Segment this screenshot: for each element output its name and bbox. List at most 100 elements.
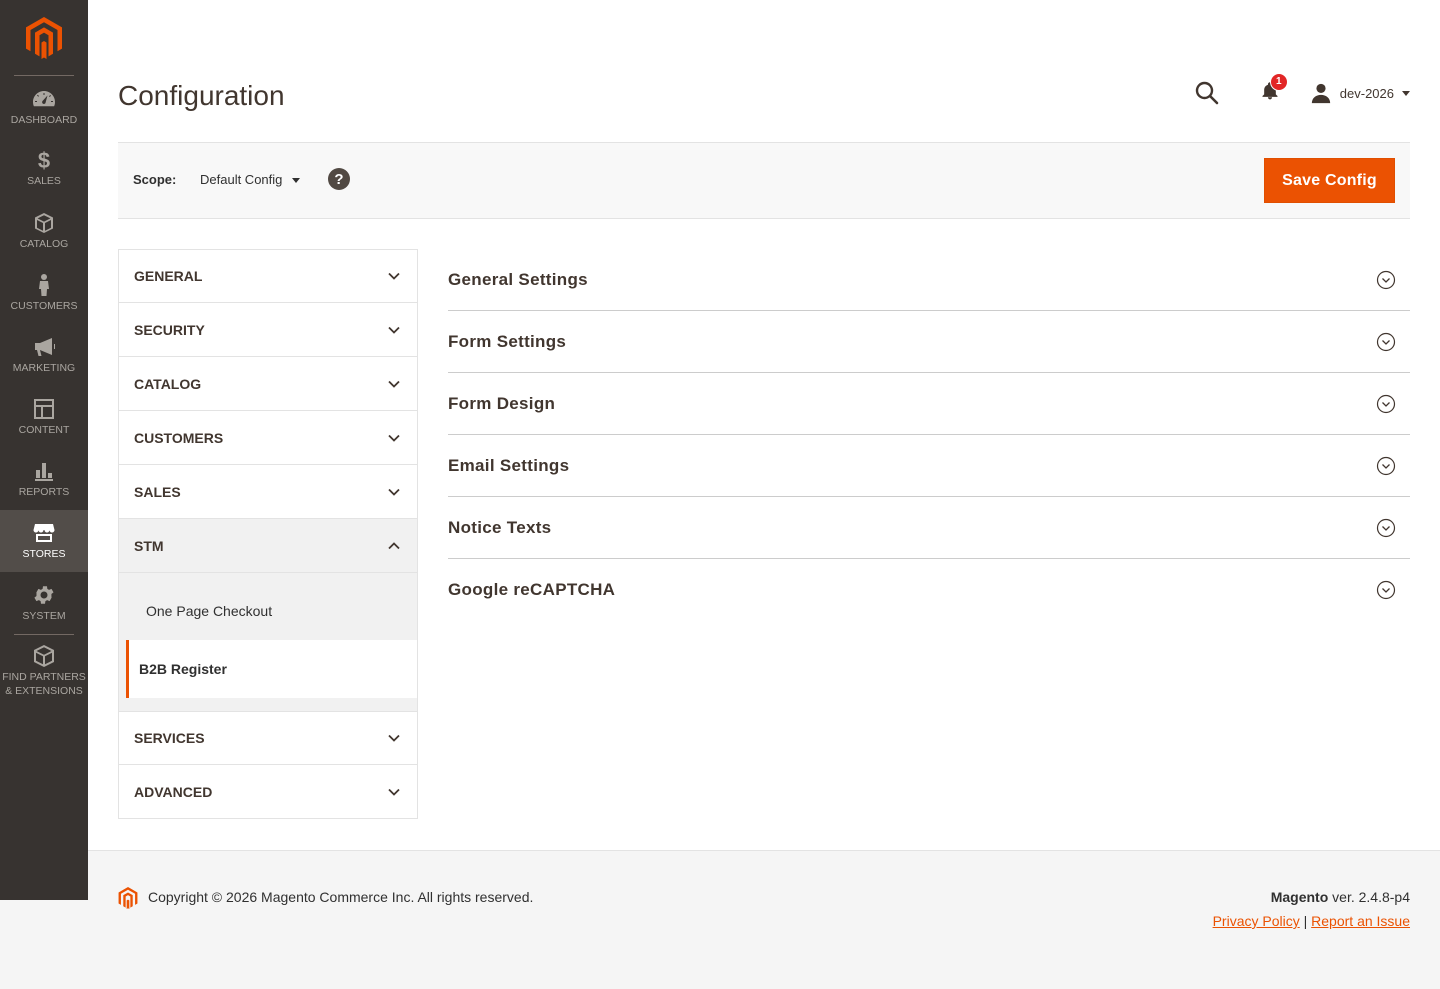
section-form-design[interactable]: Form Design [448,373,1410,435]
nav-reports[interactable]: Reports [0,448,88,510]
scope-switcher[interactable]: Default Config [200,172,301,187]
scope-bar: Scope: Default Config ? Save Config [118,143,1410,219]
nav-stores-label: Stores [22,547,66,560]
chevron-up-icon [388,541,400,549]
copyright-text: Copyright © 2026 Magento Commerce Inc. A… [148,889,534,905]
user-menu[interactable]: dev-2026 [1310,82,1410,104]
nav-dashboard[interactable]: Dashboard [0,76,88,138]
nav-dashboard-label: Dashboard [10,113,78,126]
section-google-recaptcha[interactable]: Google reCAPTCHA [448,559,1410,621]
config-tabs: GENERAL SECURITY CATALOG CUSTOMERS SALES… [118,249,418,819]
store-icon [33,523,55,542]
nav-find-partners-label-line2: & Extensions [5,685,83,697]
tab-customers[interactable]: CUSTOMERS [118,411,418,465]
tab-label: CUSTOMERS [134,429,224,446]
dashboard-icon [33,90,55,106]
section-email-settings[interactable]: Email Settings [448,435,1410,497]
section-title: Form Settings [448,331,567,351]
tab-item-label: B2B Register [139,661,227,677]
nav-customers[interactable]: Customers [0,262,88,324]
section-title: Email Settings [448,455,570,475]
nav-catalog[interactable]: Catalog [0,200,88,262]
tab-general[interactable]: GENERAL [118,249,418,303]
nav-system-label: System [22,609,66,622]
link-separator: | [1303,913,1308,929]
expand-circle-icon [1376,332,1396,351]
report-issue-link[interactable]: Report an Issue [1311,913,1410,929]
nav-content-label: Content [18,423,70,436]
nav-catalog-label: Catalog [19,237,69,250]
search-icon[interactable] [1194,80,1220,106]
section-general-settings[interactable]: General Settings [448,249,1410,311]
dollar-icon: $ [37,147,51,173]
nav-stores[interactable]: Stores [0,510,88,572]
tab-sales[interactable]: SALES [118,465,418,519]
tab-label: ADVANCED [134,783,213,800]
gear-icon [34,585,54,604]
notifications-button[interactable]: 1 [1260,72,1288,106]
user-icon [1311,83,1330,104]
nav-find-partners-label: Find Partners [2,671,86,684]
save-config-button[interactable]: Save Config [1264,158,1395,203]
config-sections: General Settings Form Settings Form Desi… [448,249,1410,621]
chevron-down-icon [292,178,301,183]
stm-subitems: One Page Checkout B2B Register [118,573,418,711]
tab-advanced[interactable]: ADVANCED [118,765,418,819]
nav-find-partners[interactable]: Find Partners & Extensions [2,634,86,708]
nav-sales[interactable]: $ Sales [0,138,88,200]
scope-label: Scope: [133,172,177,187]
scope-value: Default Config [200,172,283,187]
tab-label: CATALOG [134,375,202,392]
version-number: ver. 2.4.8-p4 [1328,889,1410,905]
chevron-down-icon [388,734,400,742]
page-title: Configuration [118,80,285,111]
chevron-down-icon [388,434,400,442]
tab-item-b2b-register[interactable]: B2B Register [126,640,417,698]
magento-logo[interactable] [14,0,74,76]
tab-label: STM [134,537,164,554]
expand-circle-icon [1376,456,1396,475]
expand-circle-icon [1376,394,1396,413]
notification-count-badge: 1 [1269,72,1288,91]
tab-item-label: One Page Checkout [146,603,273,619]
page-footer: Copyright © 2026 Magento Commerce Inc. A… [88,850,1440,989]
section-title: Form Design [448,393,556,413]
tab-label: SALES [134,483,181,500]
tab-label: SERVICES [134,730,205,746]
nav-reports-label: Reports [18,485,70,498]
help-icon[interactable]: ? [328,168,350,190]
nav-marketing[interactable]: Marketing [0,324,88,386]
nav-system[interactable]: System [0,572,88,634]
section-title: Notice Texts [448,517,552,537]
brand-name: Magento [1270,889,1329,905]
header-actions: 1 dev-2026 [1194,72,1410,108]
person-icon [39,273,49,296]
footer-links: Privacy Policy | Report an Issue [1213,913,1410,929]
chevron-down-icon [388,380,400,388]
tab-services[interactable]: SERVICES [118,711,418,765]
privacy-policy-link[interactable]: Privacy Policy [1213,913,1300,929]
nav-marketing-label: Marketing [12,361,76,374]
chevron-down-icon [388,788,400,796]
magento-logo-icon [118,887,138,909]
megaphone-icon [35,337,55,356]
tab-catalog[interactable]: CATALOG [118,357,418,411]
magento-logo-icon [26,16,62,59]
expand-circle-icon [1376,518,1396,537]
expand-circle-icon [1376,580,1396,600]
chevron-down-icon [1402,90,1410,96]
cube-icon [34,645,54,668]
section-title: General Settings [448,269,588,289]
tab-security[interactable]: SECURITY [118,303,418,357]
tab-stm[interactable]: STM [118,519,418,573]
section-form-settings[interactable]: Form Settings [448,311,1410,373]
section-title: Google reCAPTCHA [448,580,616,599]
nav-content[interactable]: Content [0,386,88,448]
section-notice-texts[interactable]: Notice Texts [448,497,1410,559]
tab-item-one-page-checkout[interactable]: One Page Checkout [126,582,417,640]
main-content: Configuration 1 dev-2026 Scope: Default … [88,0,1440,850]
nav-sales-label: Sales [27,174,61,187]
chevron-down-icon [388,272,400,280]
version-text: Magento ver. 2.4.8-p4 [1271,889,1410,905]
tab-label: GENERAL [134,268,203,284]
